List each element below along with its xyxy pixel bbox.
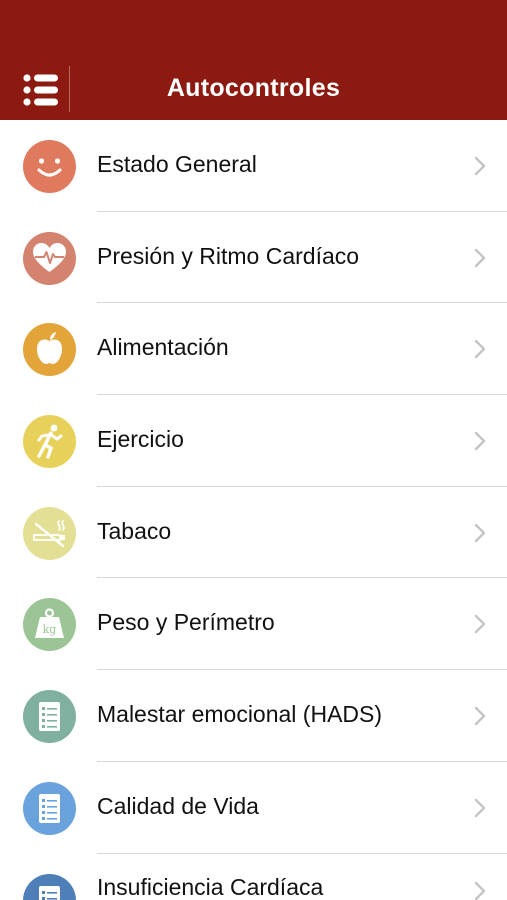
list-item-label: Estado General bbox=[97, 151, 257, 177]
list-item-ejercicio[interactable]: Ejercicio bbox=[0, 395, 507, 487]
chevron-right-icon bbox=[474, 523, 486, 542]
list-item-peso-perimetro[interactable]: kg Peso y Perímetro bbox=[0, 578, 507, 671]
chevron-right-icon bbox=[474, 156, 486, 176]
list-item-insuficiencia-cardiaca[interactable]: Insuficiencia Cardíaca bbox=[0, 853, 507, 900]
list-item-label: Malestar emocional (HADS) bbox=[97, 701, 383, 728]
list-item-presion-ritmo[interactable]: Presión y Ritmo Cardíaco bbox=[0, 211, 507, 304]
list-item-tabaco[interactable]: Tabaco bbox=[0, 486, 507, 579]
no-smoking-icon bbox=[23, 506, 76, 560]
list-item-label: Presión y Ritmo Cardíaco bbox=[97, 242, 360, 269]
chevron-right-icon bbox=[474, 340, 486, 359]
list-item-label: Calidad de Vida bbox=[97, 792, 259, 819]
list-item-alimentacion[interactable]: Alimentación bbox=[0, 303, 507, 396]
chevron-right-icon bbox=[474, 431, 486, 451]
chevron-right-icon bbox=[474, 881, 486, 900]
list-item-malestar-emocional[interactable]: Malestar emocional (HADS) bbox=[0, 670, 507, 762]
chevron-right-icon bbox=[474, 798, 486, 818]
weight-kg-icon: kg bbox=[23, 598, 76, 652]
checklist-icon bbox=[23, 873, 76, 900]
list-item-calidad-vida[interactable]: Calidad de Vida bbox=[0, 761, 507, 854]
list-item-label: Peso y Perímetro bbox=[97, 609, 275, 636]
apple-icon bbox=[23, 323, 76, 377]
navigation-bar: Autocontroles bbox=[0, 0, 507, 120]
list-item-estado-general[interactable]: Estado General bbox=[0, 120, 507, 212]
page-title: Autocontroles bbox=[166, 74, 341, 102]
chevron-right-icon bbox=[474, 248, 486, 267]
checklist-icon bbox=[23, 690, 76, 744]
autocontroles-list: Estado General Presión y Ritmo Cardíaco … bbox=[0, 120, 507, 900]
weight-kg-text: kg bbox=[43, 623, 57, 636]
checklist-icon bbox=[23, 781, 76, 835]
list-item-label: Alimentación bbox=[97, 334, 229, 361]
list-item-label: Tabaco bbox=[97, 517, 172, 544]
chevron-right-icon bbox=[474, 615, 486, 634]
chevron-right-icon bbox=[474, 706, 486, 726]
heart-pulse-icon bbox=[23, 231, 76, 285]
list-item-label: Ejercicio bbox=[97, 426, 184, 453]
list-item-label: Insuficiencia Cardíaca bbox=[97, 873, 324, 900]
smile-face-icon bbox=[23, 140, 76, 193]
running-person-icon bbox=[23, 415, 76, 469]
